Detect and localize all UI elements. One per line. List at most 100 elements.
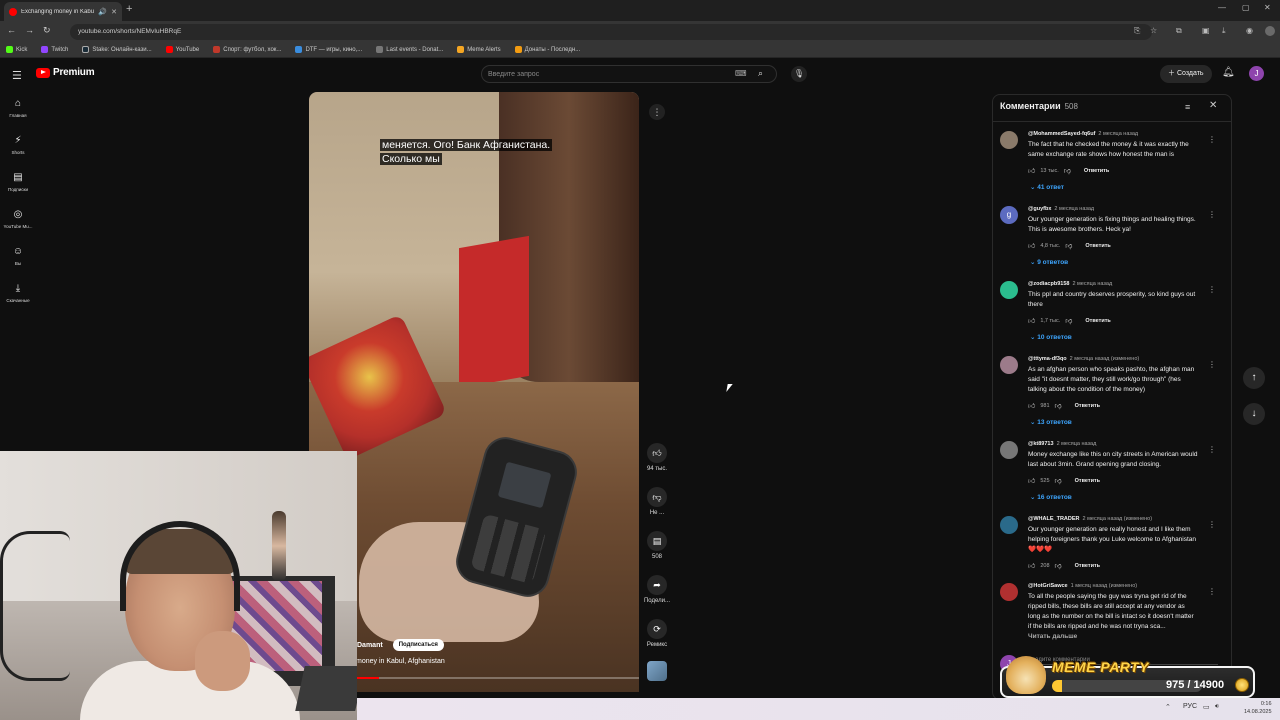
- avatar[interactable]: [1000, 281, 1018, 299]
- thumbs-down-icon[interactable]: 👎︎: [1064, 166, 1071, 175]
- comment-author[interactable]: @kt89713: [1028, 441, 1054, 447]
- read-more-link[interactable]: Читать дальше: [1028, 633, 1077, 640]
- sidebar-item-shorts[interactable]: ⚡ Shorts: [0, 135, 36, 155]
- like-button[interactable]: 👍︎ 94 тыс.: [643, 443, 671, 472]
- bookmark-item[interactable]: Stake: Онлайн-кази...: [82, 46, 152, 53]
- sidebar-item-you[interactable]: ☺ Вы: [0, 246, 36, 266]
- minimize-icon[interactable]: —: [1218, 3, 1226, 12]
- thumbs-up-icon[interactable]: 👍︎: [1028, 241, 1035, 250]
- bookmark-item[interactable]: YouTube: [165, 46, 199, 53]
- taskbar-clock[interactable]: 0:16 14.08.2025: [1244, 700, 1272, 716]
- subscribe-button[interactable]: Подписаться: [392, 639, 444, 651]
- reply-button[interactable]: Ответить: [1085, 318, 1110, 324]
- video-title[interactable]: money in Kabul, Afghanistan: [356, 658, 445, 665]
- reply-button[interactable]: Ответить: [1075, 478, 1100, 484]
- video-more-options-icon[interactable]: ⋮: [649, 104, 665, 120]
- maximize-icon[interactable]: ▢: [1242, 3, 1250, 12]
- forward-icon[interactable]: →: [25, 25, 34, 35]
- reload-icon[interactable]: ↻: [43, 25, 51, 36]
- video-progress-bar[interactable]: [356, 677, 639, 679]
- view-replies-button[interactable]: ⌄ 16 ответов: [1030, 493, 1072, 501]
- sidebar-item-subscriptions[interactable]: ▤ Подписки: [0, 172, 36, 192]
- comment-more-icon[interactable]: ⋮: [1208, 520, 1216, 529]
- thumbs-down-icon[interactable]: 👎︎: [1055, 561, 1062, 570]
- comment-more-icon[interactable]: ⋮: [1208, 587, 1216, 596]
- sidebar-item-downloads[interactable]: ⤓ Скачанные: [0, 283, 36, 303]
- view-replies-button[interactable]: ⌄ 13 ответов: [1030, 418, 1072, 426]
- youtube-logo[interactable]: Premium: [36, 67, 95, 78]
- search-input[interactable]: [488, 69, 728, 80]
- bookmark-star-icon[interactable]: ☆: [1150, 26, 1157, 35]
- new-tab-button[interactable]: +: [126, 3, 132, 15]
- create-button[interactable]: ＋ Создать: [1160, 65, 1212, 83]
- microphone-icon[interactable]: 🎙: [791, 66, 807, 82]
- browser-menu-icon[interactable]: [1265, 26, 1275, 36]
- next-video-button[interactable]: ↓: [1243, 403, 1265, 425]
- previous-video-button[interactable]: ↑: [1243, 367, 1265, 389]
- avatar[interactable]: [1000, 516, 1018, 534]
- search-icon[interactable]: ⌕: [758, 68, 763, 79]
- download-icon[interactable]: ⤓: [1222, 26, 1226, 36]
- comment-more-icon[interactable]: ⋮: [1208, 210, 1216, 219]
- bookmark-item[interactable]: Kick: [6, 46, 27, 53]
- avatar[interactable]: [1000, 131, 1018, 149]
- comments-button[interactable]: ▤ 508: [643, 531, 671, 560]
- thumbs-up-icon[interactable]: 👍︎: [1028, 561, 1035, 570]
- comment-author[interactable]: @tttyma-df3qo: [1028, 356, 1067, 362]
- dislike-button[interactable]: 👎︎ Не ...: [643, 487, 671, 516]
- thumbs-down-icon[interactable]: 👎︎: [1065, 241, 1072, 250]
- sidebar-panel-icon[interactable]: ▣: [1202, 26, 1210, 35]
- volume-icon[interactable]: 🔉︎: [1215, 703, 1219, 711]
- thumbs-up-icon[interactable]: 👍︎: [1028, 401, 1035, 410]
- keyboard-icon[interactable]: ⌨: [735, 69, 747, 78]
- avatar[interactable]: [1000, 583, 1018, 601]
- notifications-bell-icon[interactable]: 🔔︎: [1222, 67, 1235, 78]
- comment-more-icon[interactable]: ⋮: [1208, 445, 1216, 454]
- close-icon[interactable]: ✕: [1209, 100, 1217, 111]
- channel-name[interactable]: Damant: [357, 642, 383, 649]
- sidebar-item-home[interactable]: ⌂ Главная: [0, 98, 36, 118]
- bookmark-item[interactable]: Meme Alerts: [457, 46, 501, 53]
- avatar[interactable]: g: [1000, 206, 1018, 224]
- comment-more-icon[interactable]: ⋮: [1208, 285, 1216, 294]
- sort-icon[interactable]: ≡: [1185, 102, 1190, 112]
- chevron-up-icon[interactable]: ⌃: [1165, 703, 1171, 711]
- thumbs-up-icon[interactable]: 👍︎: [1028, 316, 1035, 325]
- bookmark-item[interactable]: Twitch: [41, 46, 68, 53]
- thumbs-up-icon[interactable]: 👍︎: [1028, 166, 1035, 175]
- menu-icon[interactable]: ☰: [12, 69, 22, 82]
- avatar[interactable]: [1000, 441, 1018, 459]
- back-icon[interactable]: ←: [7, 25, 16, 35]
- comment-more-icon[interactable]: ⋮: [1208, 360, 1216, 369]
- install-icon[interactable]: ⎘: [1134, 26, 1140, 36]
- view-replies-button[interactable]: ⌄ 41 ответ: [1030, 183, 1064, 191]
- sound-thumbnail[interactable]: [647, 661, 667, 681]
- thumbs-down-icon[interactable]: 👎︎: [1065, 316, 1072, 325]
- close-tab-icon[interactable]: ✕: [111, 8, 117, 16]
- address-bar[interactable]: youtube.com/shorts/NEMvIuHBRqE: [70, 24, 1152, 40]
- speaker-icon[interactable]: 🔊: [98, 8, 107, 16]
- avatar[interactable]: [1000, 356, 1018, 374]
- shorts-video-player[interactable]: меняется. Ого! Банк Афганистана. Сколько…: [309, 92, 639, 692]
- extensions-icon[interactable]: ⧉: [1176, 26, 1182, 36]
- comment-author[interactable]: @guyfbx: [1028, 206, 1051, 212]
- avatar[interactable]: J: [1249, 66, 1264, 81]
- close-window-icon[interactable]: ✕: [1264, 3, 1271, 12]
- bookmark-item[interactable]: Last events - Donat...: [376, 46, 443, 53]
- bookmark-item[interactable]: DTF — игры, кино,...: [295, 46, 362, 53]
- comment-author[interactable]: @MohammedSayed-fq6uf: [1028, 131, 1095, 137]
- reply-button[interactable]: Ответить: [1075, 563, 1100, 569]
- profile-icon[interactable]: ◉: [1246, 26, 1253, 35]
- reply-button[interactable]: Ответить: [1075, 403, 1100, 409]
- language-indicator[interactable]: РУС: [1183, 703, 1197, 710]
- monitor-icon[interactable]: ▭: [1203, 703, 1210, 711]
- comment-more-icon[interactable]: ⋮: [1208, 135, 1216, 144]
- thumbs-up-icon[interactable]: 👍︎: [1028, 476, 1035, 485]
- share-button[interactable]: ➦ Подели...: [643, 575, 671, 604]
- bookmark-item[interactable]: Донаты - Последн...: [514, 46, 580, 53]
- thumbs-down-icon[interactable]: 👎︎: [1055, 476, 1062, 485]
- view-replies-button[interactable]: ⌄ 9 ответов: [1030, 258, 1068, 266]
- reply-button[interactable]: Ответить: [1085, 243, 1110, 249]
- comment-author[interactable]: @HotGriSawce: [1028, 583, 1068, 589]
- view-replies-button[interactable]: ⌄ 10 ответов: [1030, 333, 1072, 341]
